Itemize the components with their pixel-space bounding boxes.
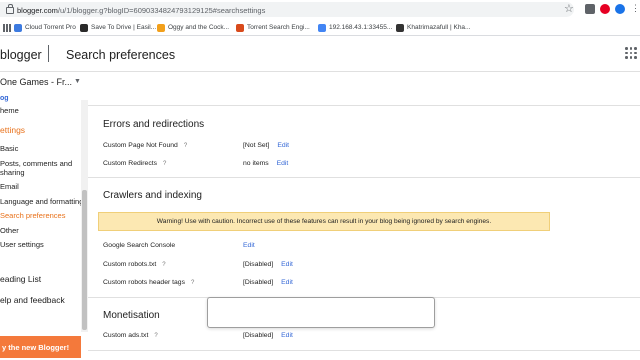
setting-label-custom-robots-txt: Custom robots.txt? [103, 261, 166, 268]
edit-link[interactable]: Edit [281, 279, 293, 286]
value-text: [Disabled] [243, 261, 274, 268]
setting-label-custom-robots-header-tags: Custom robots header tags? [103, 279, 194, 286]
setting-value-custom-redirects: no items Edit [243, 160, 288, 167]
value-text: [Disabled] [243, 332, 274, 339]
sidebar-item-theme[interactable]: heme [0, 106, 19, 115]
bookmark-label: Oggy and the Cock... [168, 24, 230, 31]
oggy-icon [157, 23, 165, 32]
section-title-errors: Errors and redirections [103, 119, 205, 130]
address-bar[interactable]: blogger.com/u/1/blogger.g?blogID=6090334… [0, 2, 574, 17]
warning-banner: Warning! Use with caution. Incorrect use… [98, 212, 550, 231]
label-text: Custom Redirects [103, 160, 158, 167]
bookmark-label: Torrent Search Engi... [247, 24, 310, 31]
bookmark-label: Khatrimazafull | Kha... [407, 24, 471, 31]
setting-value-custom-robots-txt: [Disabled] Edit [243, 261, 293, 268]
blogger-logo[interactable]: blogger [0, 48, 42, 62]
help-icon[interactable]: ? [154, 333, 157, 339]
network-icon [318, 23, 326, 32]
setting-value-custom-page-not-found: [Not Set] Edit [243, 142, 289, 149]
sidebar-item-settings[interactable]: ettings [0, 126, 25, 135]
section-divider [88, 105, 640, 106]
bookmark-label: Save To Drive | Easil... [91, 24, 157, 31]
setting-label-custom-ads-txt: Custom ads.txt? [103, 332, 158, 339]
setting-value-custom-ads-txt: [Disabled] Edit [243, 332, 293, 339]
edit-link[interactable]: Edit [277, 142, 289, 149]
bookmark-label: 192.168.43.1:33455... [329, 24, 393, 31]
sidebar-item-posts-comments[interactable]: Posts, comments and [0, 159, 72, 168]
bookmark-star-icon[interactable]: ☆ [564, 2, 574, 15]
help-icon[interactable]: ? [163, 161, 166, 167]
value-text: [Not Set] [243, 142, 270, 149]
label-text: Custom ads.txt [103, 332, 149, 339]
sidebar-item-language[interactable]: Language and formatting [0, 197, 83, 206]
sidebar-item-email[interactable]: Email [0, 182, 19, 191]
sidebar-item-user-settings[interactable]: User settings [0, 240, 44, 249]
setting-label-custom-page-not-found: Custom Page Not Found? [103, 142, 187, 149]
bookmark-item[interactable]: Save To Drive | Easil... [80, 22, 156, 33]
help-icon[interactable]: ? [191, 280, 194, 286]
browser-toolbar: blogger.com/u/1/blogger.g?blogID=6090334… [0, 0, 640, 20]
bookmark-item[interactable]: Oggy and the Cock... [157, 22, 229, 33]
pinterest-icon[interactable] [600, 4, 610, 14]
label-text: Custom robots.txt [103, 261, 157, 268]
bookmark-label: Cloud Torrent Pro [25, 24, 76, 31]
khatrimaza-icon [396, 23, 404, 32]
cloud-icon [14, 23, 22, 32]
label-text: Custom Page Not Found [103, 142, 178, 149]
apps-grid-icon [3, 23, 11, 32]
setting-label-google-search-console: Google Search Console [103, 242, 175, 249]
blogger-header: blogger Search preferences [0, 36, 640, 72]
bookmark-item[interactable]: Cloud Torrent Pro [14, 22, 76, 33]
value-text: no items [243, 160, 269, 167]
value-text: [Disabled] [243, 279, 274, 286]
sidebar-item-reading-list[interactable]: eading List [0, 275, 41, 284]
setting-value-google-search-console: Edit [243, 242, 255, 249]
setting-label-custom-redirects: Custom Redirects? [103, 160, 166, 167]
bookmark-apps[interactable] [3, 22, 11, 33]
help-icon[interactable]: ? [184, 143, 187, 149]
edit-link[interactable]: Edit [281, 332, 293, 339]
edit-link[interactable]: Edit [277, 160, 289, 167]
popup-dialog[interactable] [207, 297, 435, 328]
camera-extension-icon[interactable] [585, 4, 595, 14]
section-divider [88, 350, 640, 351]
section-divider [88, 177, 640, 178]
sidebar-item-blog[interactable]: og [0, 94, 9, 103]
header-divider [48, 45, 49, 62]
setting-value-custom-robots-header-tags: [Disabled] Edit [243, 279, 293, 286]
label-text: Google Search Console [103, 242, 176, 249]
edit-link[interactable]: Edit [281, 261, 293, 268]
chevron-down-icon[interactable]: ▼ [74, 78, 81, 85]
sidebar-item-search-preferences[interactable]: Search preferences [0, 211, 65, 220]
url-host: blogger.com [17, 6, 58, 15]
more-menu-icon[interactable]: ⋮ [631, 3, 640, 14]
url-path: /u/1/blogger.g?blogID=609033482479312912… [57, 6, 266, 15]
drive-save-icon [80, 23, 88, 32]
sidebar-item-other[interactable]: Other [0, 226, 19, 235]
sidebar-scrollbar-thumb[interactable] [82, 190, 87, 330]
section-title-monetisation: Monetisation [103, 310, 160, 321]
sidebar: og heme ettings Basic Posts, comments an… [0, 92, 88, 360]
label-text: Custom robots header tags [103, 279, 185, 286]
bookmark-item[interactable]: 192.168.43.1:33455... [318, 22, 392, 33]
blog-selector[interactable]: One Games - Fr... [0, 77, 72, 87]
profile-avatar-icon[interactable] [615, 4, 625, 14]
bookmarks-bar: Cloud Torrent Pro Save To Drive | Easil.… [0, 19, 640, 36]
try-new-blogger-button[interactable]: y the new Blogger! [0, 336, 81, 358]
bookmark-item[interactable]: Torrent Search Engi... [236, 22, 310, 33]
lock-icon [6, 4, 14, 14]
sidebar-item-help[interactable]: elp and feedback [0, 296, 65, 305]
bookmark-item[interactable]: Khatrimazafull | Kha... [396, 22, 470, 33]
torrent-icon [236, 23, 244, 32]
url-text[interactable]: blogger.com/u/1/blogger.g?blogID=6090334… [17, 6, 265, 15]
help-icon[interactable]: ? [162, 262, 165, 268]
page-title: Search preferences [66, 48, 176, 62]
sidebar-item-basic[interactable]: Basic [0, 144, 18, 153]
apps-grid-icon[interactable] [625, 47, 637, 59]
edit-link[interactable]: Edit [243, 242, 255, 249]
sidebar-item-posts-comments-2[interactable]: sharing [0, 168, 25, 177]
section-title-crawlers: Crawlers and indexing [103, 190, 202, 201]
